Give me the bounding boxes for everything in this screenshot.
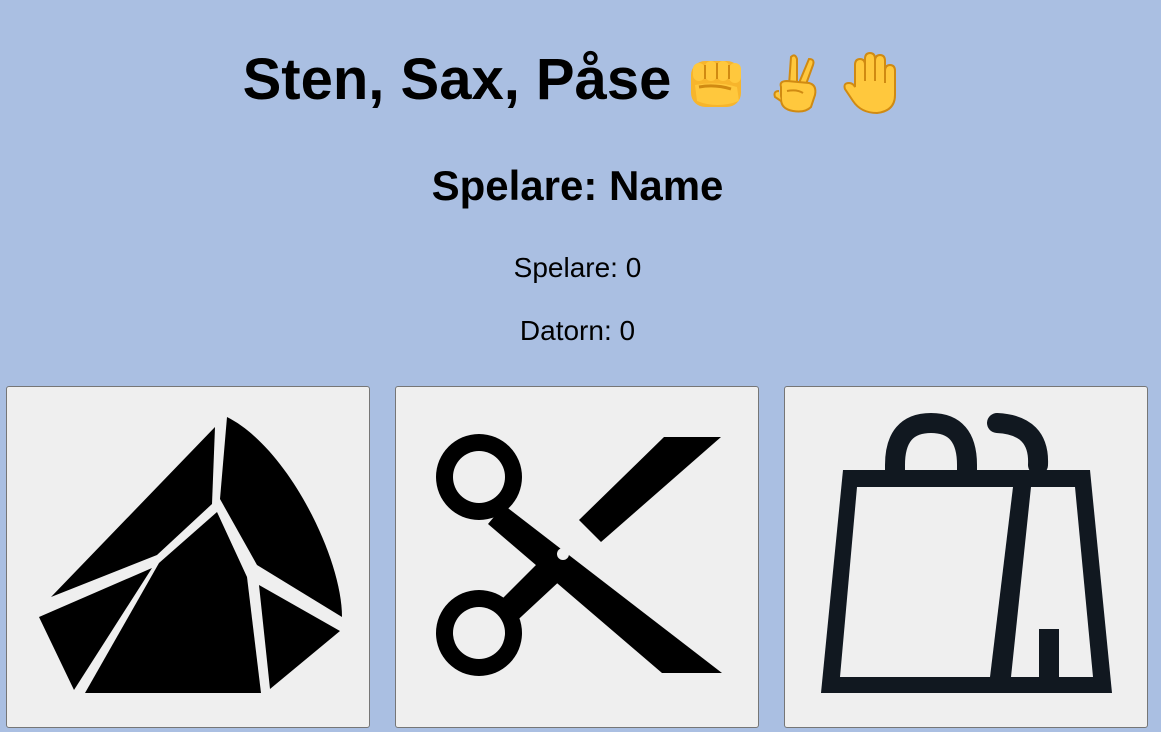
title-text: Sten, Sax, Påse xyxy=(242,47,672,112)
fist-icon xyxy=(687,51,753,117)
page-title: Sten, Sax, Påse xyxy=(0,44,1144,117)
rock-icon xyxy=(39,417,342,693)
scissors-button[interactable] xyxy=(395,386,759,728)
computer-score: Datorn: 0 xyxy=(519,315,636,346)
player-score: Spelare: 0 xyxy=(513,252,642,283)
shopping-bag-icon xyxy=(821,412,1112,693)
victory-hand-icon xyxy=(769,51,825,117)
bag-button[interactable] xyxy=(784,386,1148,728)
rock-button[interactable] xyxy=(6,386,370,728)
player-heading: Spelare: Name xyxy=(431,162,724,209)
scissors-icon xyxy=(436,434,722,676)
raised-hand-icon xyxy=(841,51,901,117)
